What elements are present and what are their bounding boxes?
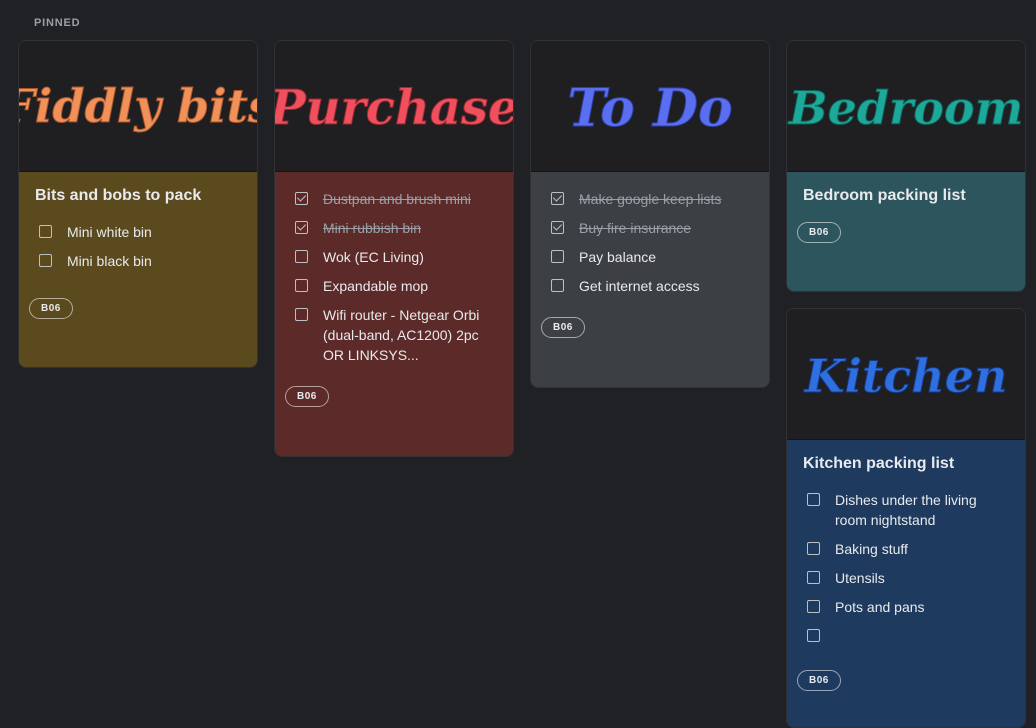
label-chip[interactable]: B06 xyxy=(797,222,841,243)
label-chip[interactable]: B06 xyxy=(29,298,73,319)
svg-text:To Do: To Do xyxy=(567,78,732,139)
checkbox-icon[interactable] xyxy=(295,250,308,263)
checklist-item-text[interactable]: Mini rubbish bin xyxy=(323,218,421,238)
checklist-item: Pots and pans xyxy=(803,597,1009,617)
svg-text:Purchase: Purchase xyxy=(275,80,513,136)
pinned-section-label: PINNED xyxy=(34,17,81,29)
checklist: Dishes under the living room nightstand B… xyxy=(803,490,1009,642)
checked-checkbox-icon[interactable] xyxy=(551,192,564,205)
note-image: Fiddly bits xyxy=(19,41,257,172)
label-chip[interactable]: B06 xyxy=(797,670,841,691)
checklist-item-text[interactable]: Buy fire insurance xyxy=(579,218,691,238)
checklist-item-text[interactable]: Pots and pans xyxy=(835,597,925,617)
checklist-item-text[interactable]: Dishes under the living room nightstand xyxy=(835,490,1009,530)
checklist-item-text[interactable]: Baking stuff xyxy=(835,539,908,559)
label-chip[interactable]: B06 xyxy=(285,386,329,407)
checkbox-icon[interactable] xyxy=(295,308,308,321)
note-card-purchase[interactable]: Purchase Dustpan and brush mini Mini rubb… xyxy=(274,40,514,457)
checklist-item: Get internet access xyxy=(547,276,753,296)
note-card-bedroom[interactable]: Bedroom Bedroom packing list B06 xyxy=(786,40,1026,292)
checklist-item: Pay balance xyxy=(547,247,753,267)
note-title[interactable]: Bedroom packing list xyxy=(803,186,1009,206)
checklist-item-text[interactable]: Dustpan and brush mini xyxy=(323,189,471,209)
checkbox-icon[interactable] xyxy=(807,571,820,584)
svg-text:Bedroom: Bedroom xyxy=(787,81,1023,135)
checkbox-icon[interactable] xyxy=(39,225,52,238)
svg-text:Fiddly bits: Fiddly bits xyxy=(19,79,257,133)
checklist: Mini white bin Mini black bin xyxy=(35,222,241,271)
checklist-item-text[interactable]: Mini white bin xyxy=(67,222,152,242)
checked-checkbox-icon[interactable] xyxy=(295,192,308,205)
checklist-item-text[interactable]: Pay balance xyxy=(579,247,656,267)
checklist-item: Make google keep lists xyxy=(547,189,753,209)
note-title[interactable]: Kitchen packing list xyxy=(803,454,1009,474)
svg-text:Kitchen: Kitchen xyxy=(803,349,1008,403)
note-card-to-do[interactable]: To Do Make google keep lists Buy fire ins… xyxy=(530,40,770,388)
checkbox-icon[interactable] xyxy=(807,600,820,613)
checklist-item xyxy=(803,626,1009,642)
checkbox-icon[interactable] xyxy=(807,542,820,555)
checkbox-icon[interactable] xyxy=(39,254,52,267)
checklist-item-text[interactable]: Get internet access xyxy=(579,276,700,296)
note-title[interactable]: Bits and bobs to pack xyxy=(35,186,241,206)
label-chip[interactable]: B06 xyxy=(541,317,585,338)
note-image: Kitchen xyxy=(787,309,1025,440)
checklist-item-text[interactable]: Expandable mop xyxy=(323,276,428,296)
note-image: To Do xyxy=(531,41,769,172)
checklist-item: Utensils xyxy=(803,568,1009,588)
banner-image-purchase: Purchase xyxy=(275,80,513,137)
banner-image-fiddly-bits: Fiddly bits xyxy=(19,79,257,134)
checklist-item: Buy fire insurance xyxy=(547,218,753,238)
checklist-item: Dishes under the living room nightstand xyxy=(803,490,1009,530)
checklist-item-text[interactable]: Make google keep lists xyxy=(579,189,721,209)
checklist-item: Wifi router - Netgear Orbi (dual-band, A… xyxy=(291,305,497,365)
note-card-fiddly-bits[interactable]: Fiddly bits Bits and bobs to pack Mini w… xyxy=(18,40,258,368)
checklist-item-text[interactable]: Wok (EC Living) xyxy=(323,247,424,267)
checklist-item-text[interactable]: Utensils xyxy=(835,568,885,588)
checkbox-icon[interactable] xyxy=(295,279,308,292)
checked-checkbox-icon[interactable] xyxy=(551,221,564,234)
checklist-item: Mini black bin xyxy=(35,251,241,271)
checkbox-icon[interactable] xyxy=(807,629,820,642)
checklist-item: Expandable mop xyxy=(291,276,497,296)
banner-image-kitchen: Kitchen xyxy=(802,349,1008,404)
checklist-item: Baking stuff xyxy=(803,539,1009,559)
checklist: Make google keep lists Buy fire insurance… xyxy=(547,189,753,296)
banner-image-bedroom: Bedroom xyxy=(787,81,1024,136)
checklist-item: Wok (EC Living) xyxy=(291,247,497,267)
checklist-item: Mini white bin xyxy=(35,222,241,242)
checkbox-icon[interactable] xyxy=(551,279,564,292)
checkbox-icon[interactable] xyxy=(551,250,564,263)
checked-checkbox-icon[interactable] xyxy=(295,221,308,234)
note-card-kitchen[interactable]: Kitchen Kitchen packing list Dishes unde… xyxy=(786,308,1026,728)
checkbox-icon[interactable] xyxy=(807,493,820,506)
checklist: Dustpan and brush mini Mini rubbish bin Wo… xyxy=(291,189,497,365)
banner-image-to-do: To Do xyxy=(567,78,733,140)
checklist-item: Dustpan and brush mini xyxy=(291,189,497,209)
checklist-item-text[interactable]: Mini black bin xyxy=(67,251,152,271)
checklist-item-text[interactable]: Wifi router - Netgear Orbi (dual-band, A… xyxy=(323,305,497,365)
checklist-item: Mini rubbish bin xyxy=(291,218,497,238)
note-image: Bedroom xyxy=(787,41,1025,172)
note-image: Purchase xyxy=(275,41,513,172)
